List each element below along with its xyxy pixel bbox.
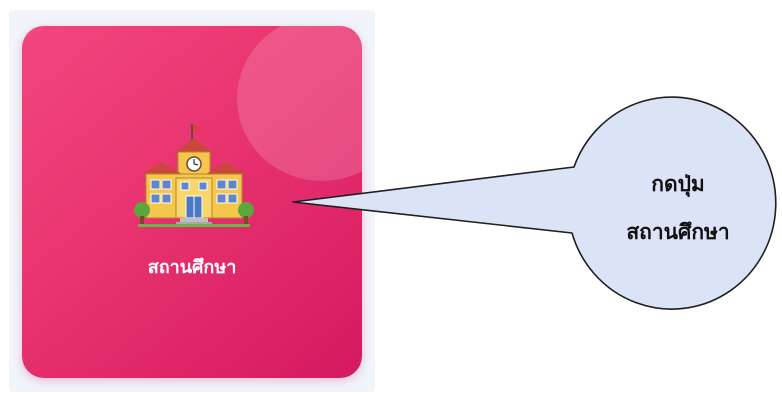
- callout-line-2: สถานศึกษา: [626, 220, 730, 244]
- callout-line-1: กดปุ่ม: [651, 172, 705, 196]
- callout-instruction: กดปุ่ม สถานศึกษา: [578, 160, 778, 256]
